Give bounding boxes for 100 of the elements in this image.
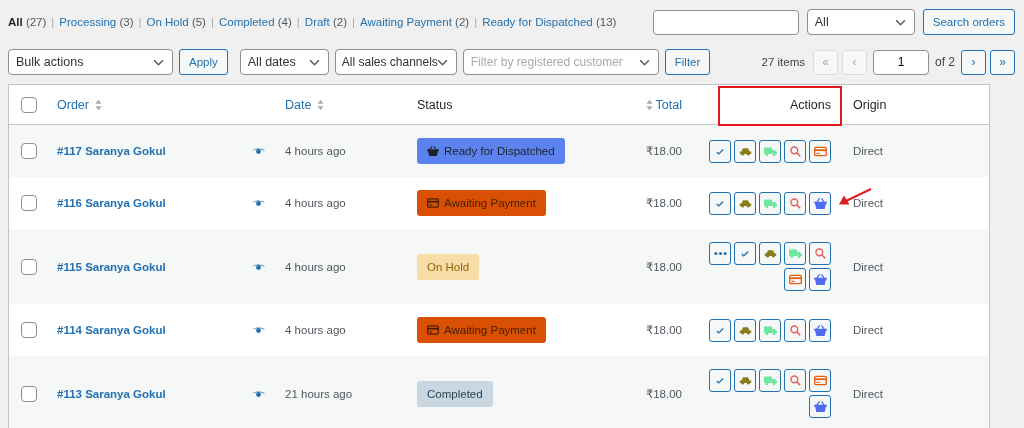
truck-icon xyxy=(788,248,802,259)
truck-button[interactable] xyxy=(759,369,781,392)
view-button[interactable] xyxy=(784,139,806,163)
complete-button[interactable] xyxy=(709,318,731,342)
next-page-button[interactable]: › xyxy=(961,49,986,75)
search-type-select[interactable]: All xyxy=(806,9,915,35)
car-button[interactable] xyxy=(759,242,781,265)
filter-button[interactable]: Filter xyxy=(664,49,711,75)
item-count: 27 items xyxy=(761,56,805,68)
search-icon xyxy=(788,324,802,336)
chevron-icon xyxy=(308,59,320,66)
order-total: ₹18.00 xyxy=(645,386,682,401)
row-checkbox[interactable] xyxy=(20,143,37,159)
select-all-checkbox[interactable] xyxy=(20,96,37,113)
complete-button[interactable] xyxy=(709,369,731,392)
row-checkbox[interactable] xyxy=(20,322,37,338)
sortable-column-heading[interactable]: Date xyxy=(285,97,312,112)
search-icon xyxy=(788,197,802,209)
separator: | xyxy=(296,16,300,28)
sortable-column-heading[interactable]: Total xyxy=(655,97,682,112)
row-checkbox[interactable] xyxy=(20,385,37,402)
order-date: 4 hours ago xyxy=(285,145,346,157)
sortable-column-heading[interactable]: Order xyxy=(57,97,89,112)
truck-icon xyxy=(763,197,777,209)
preview-eye-icon[interactable] xyxy=(251,326,265,334)
page-number-field[interactable]: 1 xyxy=(873,49,929,75)
search-orders-button[interactable]: Search orders xyxy=(922,9,1015,35)
separator: | xyxy=(210,16,214,28)
view-button[interactable] xyxy=(784,191,806,215)
customer-order-link[interactable]: #117 Saranya Gokul xyxy=(57,145,166,157)
last-page-button[interactable]: » xyxy=(990,49,1015,75)
preview-eye-icon[interactable] xyxy=(251,199,265,207)
checkmark-icon xyxy=(716,199,724,207)
complete-button[interactable] xyxy=(734,242,756,265)
search-icon xyxy=(813,248,827,259)
dates-select[interactable]: All dates xyxy=(239,49,329,75)
car-button[interactable] xyxy=(734,318,756,342)
payment-button[interactable] xyxy=(809,369,831,392)
car-button[interactable] xyxy=(734,139,756,163)
truck-button[interactable] xyxy=(759,191,781,215)
complete-button[interactable] xyxy=(709,191,731,215)
status-badge: Awaiting Payment xyxy=(417,317,546,343)
customer-order-link[interactable]: #114 Saranya Gokul xyxy=(57,324,166,336)
status-badge: Awaiting Payment xyxy=(417,190,546,216)
status-badge: Completed xyxy=(417,380,493,407)
status-filter-link[interactable]: Ready for Dispatched (13) xyxy=(482,16,617,28)
payment-button[interactable] xyxy=(809,139,831,163)
customer-order-link[interactable]: #115 Saranya Gokul xyxy=(57,260,166,273)
order-origin: Direct xyxy=(853,324,884,336)
basket-icon xyxy=(813,197,827,209)
truck-button[interactable] xyxy=(759,318,781,342)
search-field[interactable] xyxy=(652,9,799,35)
sales-channels-select[interactable]: All sales channels xyxy=(334,49,457,75)
status-filter-link[interactable]: Completed (4) xyxy=(218,16,292,28)
customer-order-link[interactable]: #113 Saranya Gokul xyxy=(57,387,166,400)
view-button[interactable] xyxy=(809,242,831,265)
basket-button[interactable] xyxy=(809,395,831,418)
search-icon xyxy=(788,145,802,157)
more-button[interactable] xyxy=(709,242,731,265)
view-button[interactable] xyxy=(784,369,806,392)
separator: | xyxy=(138,16,142,28)
status-filter-link[interactable]: Draft (2) xyxy=(304,16,347,28)
car-icon xyxy=(763,248,777,259)
basket-button[interactable] xyxy=(809,318,831,342)
basket-button[interactable] xyxy=(809,268,831,291)
car-icon xyxy=(738,375,752,386)
bulk-actions-select[interactable]: Bulk actions xyxy=(8,49,173,75)
customer-order-link[interactable]: #116 Saranya Gokul xyxy=(57,197,166,209)
chevron-icon xyxy=(436,59,448,66)
card-icon xyxy=(427,198,439,208)
status-filter-link[interactable]: On Hold (5) xyxy=(146,16,206,28)
separator: | xyxy=(51,16,55,28)
preview-eye-icon[interactable] xyxy=(251,389,265,398)
status-badge: Ready for Dispatched xyxy=(417,138,565,164)
row-checkbox[interactable] xyxy=(20,258,37,275)
card-icon xyxy=(813,375,827,386)
car-button[interactable] xyxy=(734,191,756,215)
status-filter-link[interactable]: Processing (3) xyxy=(59,16,134,28)
status-filter-link[interactable]: All (27) xyxy=(8,16,47,28)
order-origin: Direct xyxy=(853,145,884,157)
truck-button[interactable] xyxy=(759,139,781,163)
apply-button[interactable]: Apply xyxy=(179,49,228,75)
payment-button[interactable] xyxy=(784,268,806,291)
checkmark-icon xyxy=(716,326,724,334)
basket-button[interactable] xyxy=(809,191,831,215)
basket-icon xyxy=(813,401,827,412)
complete-button[interactable] xyxy=(709,139,731,163)
checkmark-icon xyxy=(716,147,724,155)
car-button[interactable] xyxy=(734,369,756,392)
status-filter-link[interactable]: Awaiting Payment (2) xyxy=(360,16,470,28)
preview-eye-icon[interactable] xyxy=(251,147,265,155)
preview-eye-icon[interactable] xyxy=(251,262,265,271)
row-checkbox[interactable] xyxy=(20,195,37,211)
car-icon xyxy=(738,324,752,336)
view-button[interactable] xyxy=(784,318,806,342)
order-date: 21 hours ago xyxy=(285,387,353,400)
order-total: ₹18.00 xyxy=(645,144,682,158)
truck-button[interactable] xyxy=(784,242,806,265)
column-heading: Origin xyxy=(853,97,887,112)
separator: | xyxy=(474,16,478,28)
